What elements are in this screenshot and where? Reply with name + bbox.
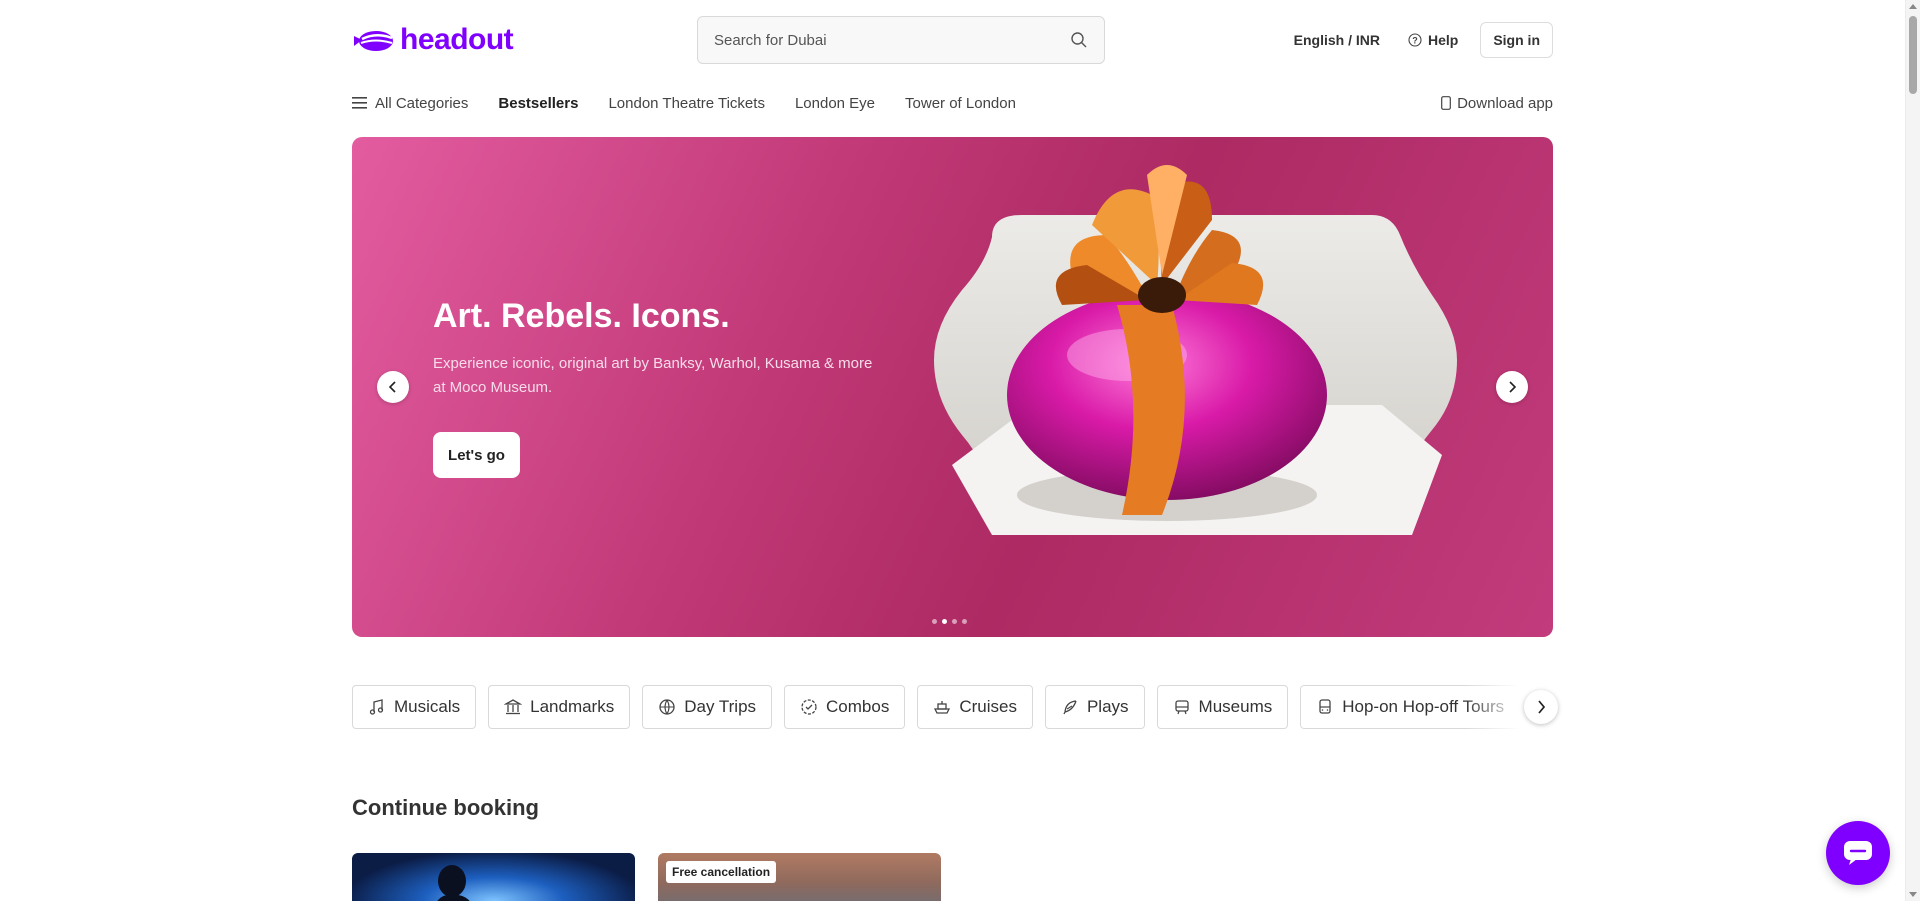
chevron-left-icon [388,381,396,393]
chat-bubble-icon [1844,841,1872,865]
svg-text:?: ? [1412,36,1418,46]
hero-banner[interactable]: Art. Rebels. Icons. Experience iconic, o… [352,137,1553,637]
chip-day-trips[interactable]: Day Trips [642,685,773,729]
scroll-thumb[interactable] [1909,16,1917,94]
nav-item-london-eye[interactable]: London Eye [795,95,875,112]
badge-icon [801,699,817,715]
category-chips: Musicals Landmarks Day Trips Combos Crui… [352,685,1562,731]
search-input[interactable] [714,31,1070,49]
chip-label: Musicals [394,697,461,716]
hero-pagination-dots [932,619,967,624]
bus-icon [1319,699,1331,714]
phone-icon [1441,96,1451,110]
chip-label: Combos [826,697,890,716]
pagination-dot[interactable] [932,619,937,624]
performer-silhouette-icon [437,865,470,901]
logo-text: headout [400,23,514,56]
chip-label: Hop-on Hop-off Tours [1342,697,1505,716]
chip-plays[interactable]: Plays [1044,685,1145,729]
chip-label: Cruises [959,697,1017,716]
all-categories-menu[interactable]: All Categories [352,95,468,112]
search-bar[interactable] [697,16,1105,64]
chip-combos[interactable]: Combos [784,685,906,729]
chip-museums[interactable]: Museums [1156,685,1289,729]
help-label: Help [1427,32,1459,48]
chat-support-button[interactable] [1826,821,1890,885]
help-circle-icon: ? [1408,33,1422,47]
chip-landmarks[interactable]: Landmarks [488,685,631,729]
scroll-down-arrow-icon[interactable] [1909,892,1917,897]
chevron-right-icon [1509,381,1517,393]
chip-label: Day Trips [684,697,757,716]
site-header: headout English / INR ? Help Sign in [352,0,1553,80]
music-note-icon [369,699,384,715]
free-cancellation-badge: Free cancellation [666,861,777,883]
chips-next-button[interactable] [1524,690,1558,724]
feather-icon [1063,700,1077,715]
chip-cruises[interactable]: Cruises [917,685,1033,729]
museum-icon [1174,700,1189,715]
hamburger-menu-icon [352,97,367,109]
nav-item-london-theatre[interactable]: London Theatre Tickets [608,95,765,112]
booking-card-image[interactable]: Free cancellation [658,853,941,901]
booking-card-image[interactable] [352,853,635,901]
pagination-dot[interactable] [952,619,957,624]
globe-icon [659,699,675,715]
pagination-dot[interactable] [962,619,967,624]
download-app-label: Download app [1457,94,1553,112]
hero-prev-button[interactable] [377,371,409,403]
header-actions: English / INR ? Help Sign in [1294,22,1553,58]
chip-label: Museums [1198,697,1273,716]
chip-label: Plays [1086,697,1129,716]
chevron-right-icon [1538,700,1546,714]
hero-title: Art. Rebels. Icons. [433,297,730,335]
sign-in-button[interactable]: Sign in [1480,22,1553,58]
chip-musicals[interactable]: Musicals [352,685,477,729]
chip-hop-on-hop-off[interactable]: Hop-on Hop-off Tours [1300,685,1521,729]
landmark-icon [504,699,523,715]
help-link[interactable]: ? Help [1408,32,1458,48]
headout-logo[interactable]: headout [352,22,514,58]
all-categories-label: All Categories [375,94,469,112]
search-icon[interactable] [1069,30,1088,50]
download-app-link[interactable]: Download app [1441,90,1553,116]
category-nav: All Categories Bestsellers London Theatr… [352,90,1553,116]
nav-item-tower-of-london[interactable]: Tower of London [905,95,1016,112]
blimp-logo-icon [354,31,393,51]
continue-booking-title: Continue booking [352,795,539,820]
language-currency-selector[interactable]: English / INR [1294,32,1380,48]
chip-label: Landmarks [530,697,615,716]
hero-artwork-image [934,165,1457,535]
hero-cta-button[interactable]: Let's go [433,432,520,478]
pagination-dot-active[interactable] [942,619,947,624]
hero-next-button[interactable] [1496,371,1528,403]
scroll-up-arrow-icon[interactable] [1909,4,1917,9]
page-scrollbar[interactable] [1905,0,1920,901]
hero-subtitle: Experience iconic, original art by Banks… [433,355,873,396]
nav-item-bestsellers[interactable]: Bestsellers [498,95,578,112]
ship-icon [934,701,951,714]
